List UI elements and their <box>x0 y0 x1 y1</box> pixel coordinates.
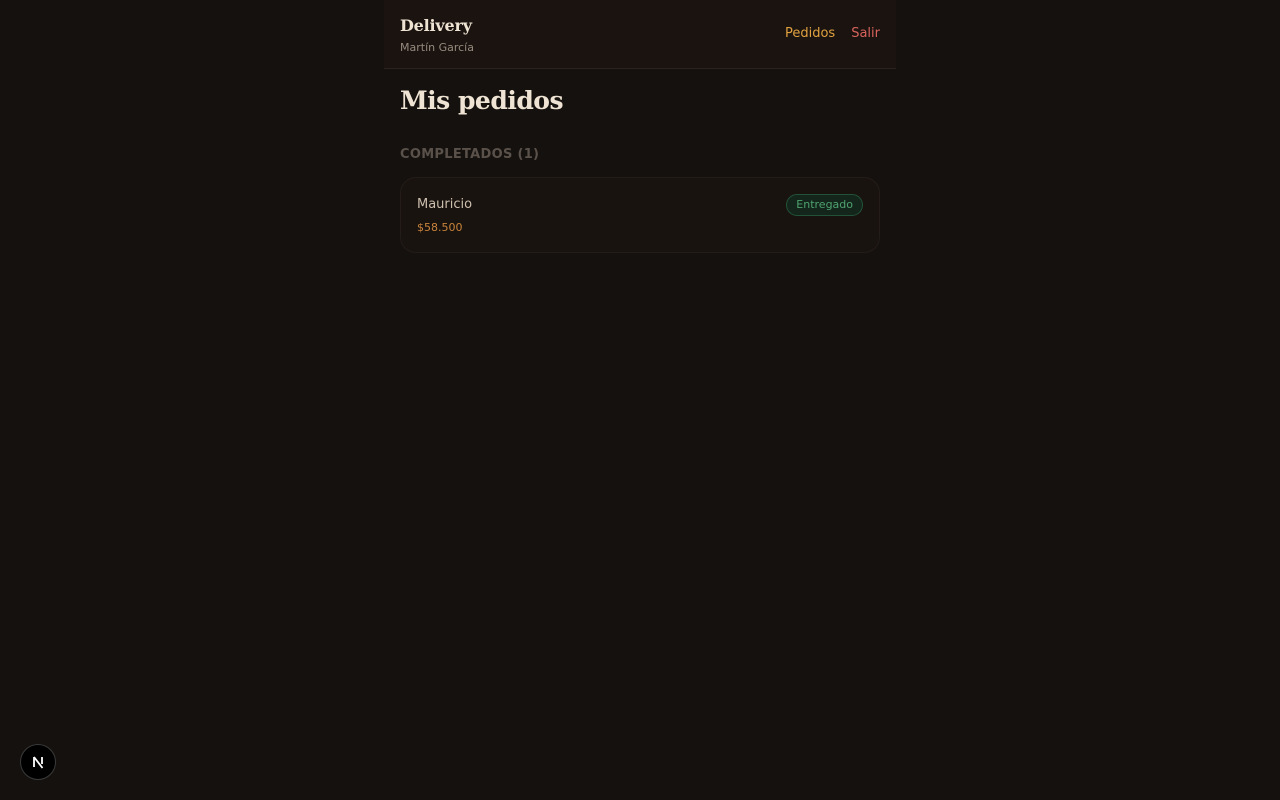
status-badge: Entregado <box>786 194 863 216</box>
nav-orders-link[interactable]: Pedidos <box>785 26 835 41</box>
app-container: Delivery Martín García Pedidos Salir Mis… <box>384 0 896 800</box>
nextjs-logo-icon <box>30 754 46 770</box>
page: Delivery Martín García Pedidos Salir Mis… <box>0 0 1280 800</box>
user-name: Martín García <box>400 41 474 54</box>
app-title: Delivery <box>400 16 472 35</box>
section-label-completed: COMPLETADOS (1) <box>400 147 540 162</box>
nextjs-dev-badge[interactable] <box>20 744 56 780</box>
app-header: Delivery Martín García Pedidos Salir <box>384 0 896 69</box>
header-nav: Pedidos Salir <box>785 26 880 41</box>
order-price: $58.500 <box>417 221 463 234</box>
order-card[interactable]: Mauricio $58.500 Entregado <box>400 177 880 253</box>
nav-logout-link[interactable]: Salir <box>851 26 880 41</box>
order-customer-name: Mauricio <box>417 197 473 212</box>
page-title: Mis pedidos <box>400 86 564 115</box>
